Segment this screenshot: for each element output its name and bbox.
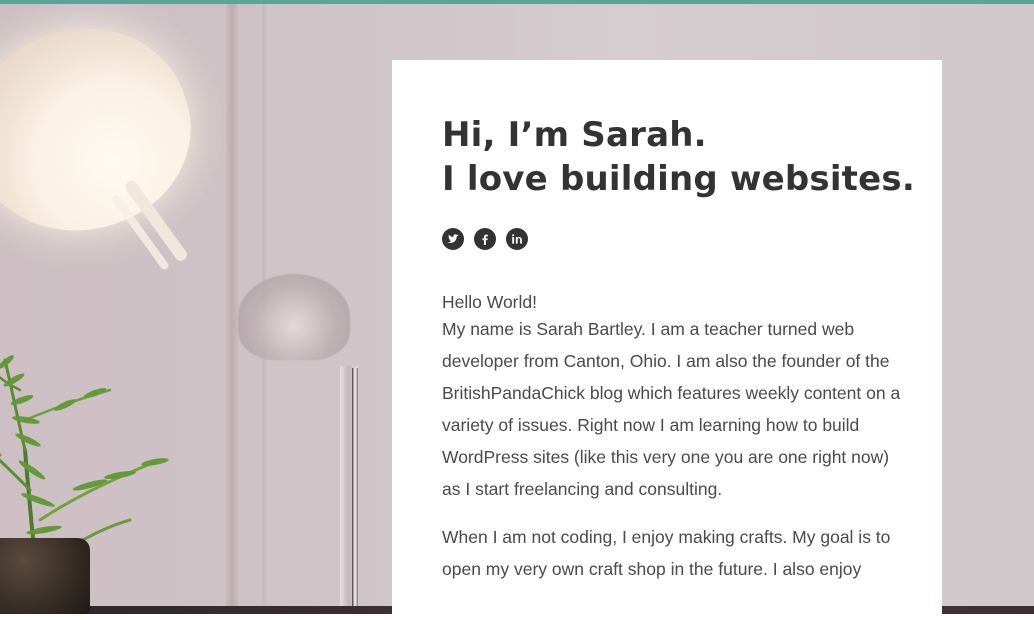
linkedin-link[interactable] (506, 228, 528, 250)
intro-card: Hi, I’m Sarah. I love building websites. (392, 60, 942, 620)
intro-text: Hello World! My name is Sarah Bartley. I… (442, 291, 912, 585)
greeting-text: Hello World! (442, 292, 537, 312)
plant-pot (0, 538, 90, 614)
social-links (442, 228, 528, 250)
page-title: Hi, I’m Sarah. I love building websites. (442, 113, 915, 201)
facebook-icon (482, 234, 488, 245)
intro-paragraph-2: When I am not coding, I enjoy making cra… (442, 527, 891, 579)
facebook-link[interactable] (474, 228, 496, 250)
twitter-icon (447, 234, 459, 243)
title-line-2: I love building websites. (442, 159, 915, 199)
title-line-1: Hi, I’m Sarah. (442, 115, 707, 155)
top-accent-bar (0, 0, 1034, 4)
pen (352, 368, 358, 614)
background-lamp (238, 274, 350, 360)
linkedin-icon (512, 234, 522, 244)
wall-line (226, 0, 238, 614)
desk-lamp-shade (0, 0, 216, 260)
twitter-link[interactable] (442, 228, 464, 250)
intro-paragraph-1: My name is Sarah Bartley. I am a teacher… (442, 319, 901, 499)
